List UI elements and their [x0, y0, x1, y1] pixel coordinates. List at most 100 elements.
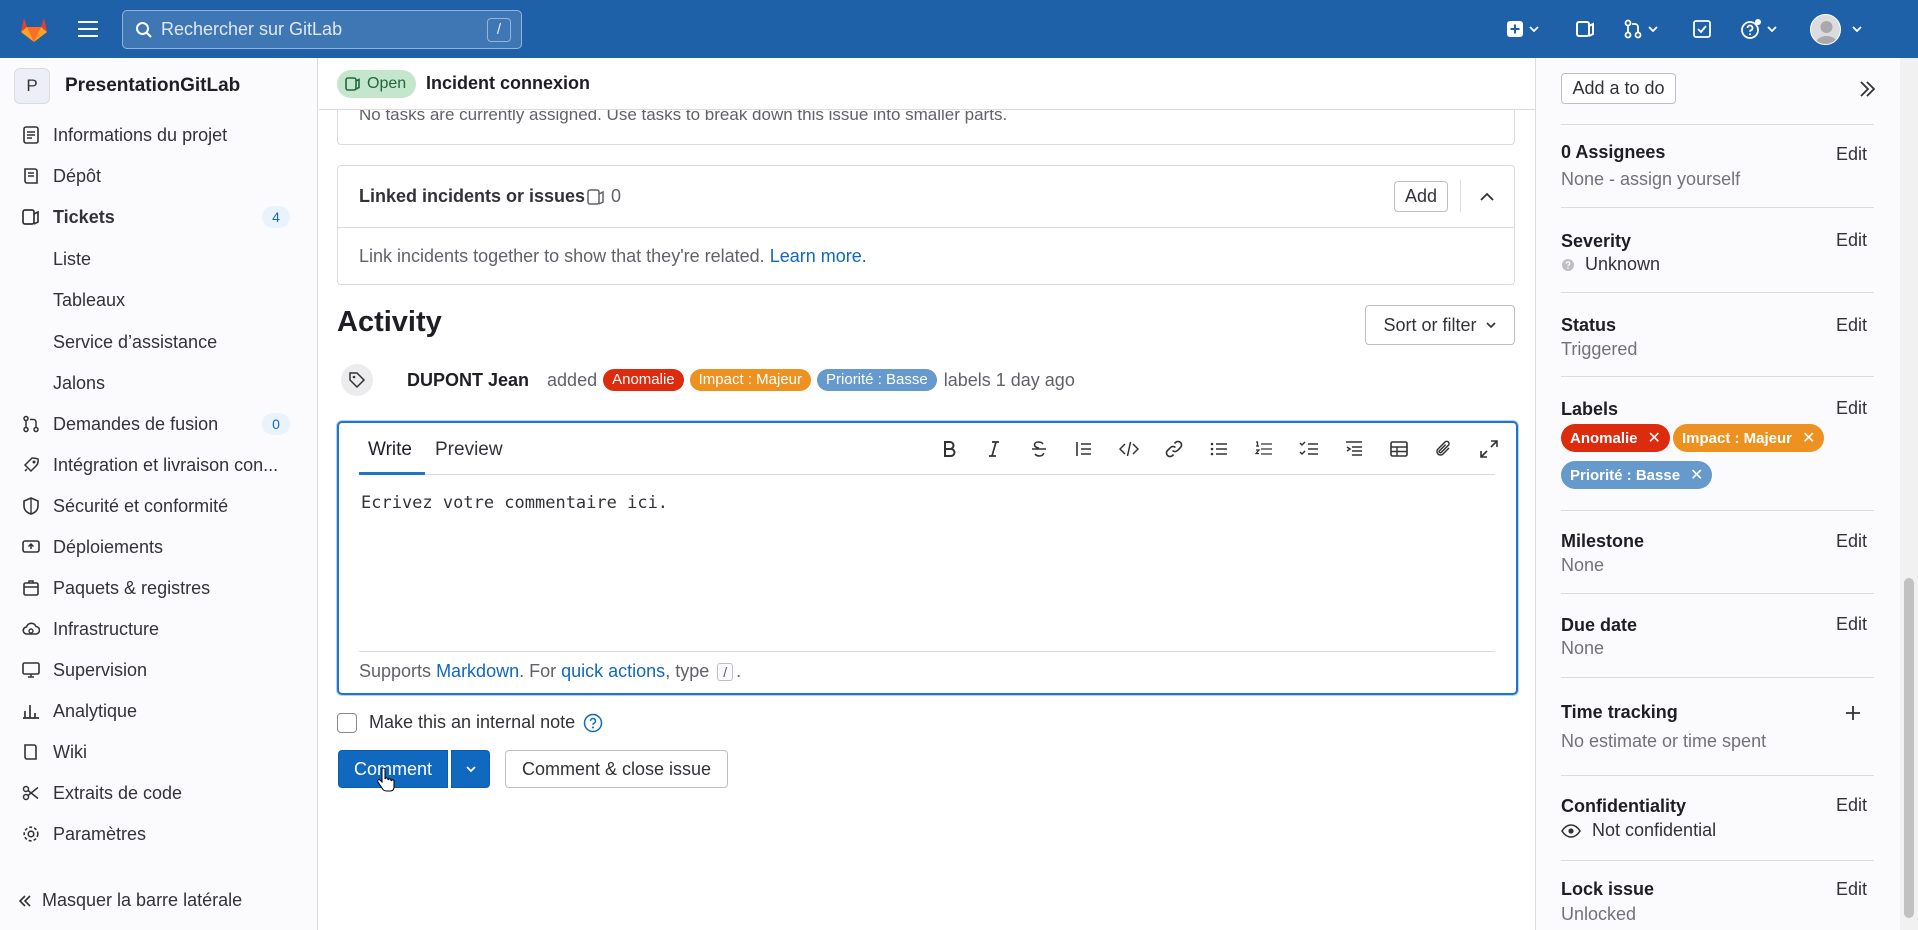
- package-icon: [21, 578, 41, 598]
- labels-title: Labels: [1561, 399, 1619, 419]
- sidebar-item-tickets[interactable]: Tickets 4: [14, 198, 304, 236]
- sidebar-item-ci-cd[interactable]: Intégration et livraison con...: [14, 446, 304, 484]
- status-title: Status: [1561, 315, 1617, 335]
- assignees-title: 0 Assignees: [1561, 142, 1666, 162]
- sidebar-subitem-liste[interactable]: Liste: [53, 249, 91, 270]
- sidebar-label-anomalie[interactable]: Anomalie ✕: [1561, 424, 1670, 452]
- issues-shortcut-button[interactable]: [1575, 16, 1595, 42]
- learn-more-link[interactable]: Learn more.: [770, 246, 867, 266]
- assignees-edit-button[interactable]: Edit: [1836, 144, 1867, 165]
- sidebar-label-impact[interactable]: Impact : Majeur ✕: [1673, 424, 1825, 452]
- comment-options-dropdown[interactable]: [451, 750, 490, 788]
- attachment-icon[interactable]: [1432, 437, 1456, 461]
- event-verb: added: [547, 369, 598, 390]
- help-icon[interactable]: [583, 713, 603, 733]
- remove-label-icon[interactable]: ✕: [1648, 428, 1661, 448]
- code-icon[interactable]: [1117, 437, 1141, 461]
- double-chevron-right-icon[interactable]: [1856, 78, 1878, 100]
- todos-button[interactable]: [1692, 16, 1712, 42]
- repository-icon: [21, 166, 41, 186]
- due-date-edit-button[interactable]: Edit: [1836, 614, 1867, 635]
- collapsible-section-icon[interactable]: [1342, 437, 1366, 461]
- merge-request-icon: [21, 414, 41, 434]
- sidebar-item-label: Tickets: [53, 206, 115, 227]
- sidebar-label-priorite[interactable]: Priorité : Basse ✕: [1561, 461, 1713, 489]
- add-linked-issue-button[interactable]: Add: [1394, 181, 1448, 212]
- blockquote-icon[interactable]: [1072, 437, 1096, 461]
- divider: [1561, 124, 1874, 125]
- event-author[interactable]: DUPONT Jean: [407, 370, 529, 391]
- sidebar-subitem-tableaux[interactable]: Tableaux: [53, 290, 125, 311]
- search-input[interactable]: Rechercher sur GitLab /: [122, 10, 522, 49]
- labels-edit-button[interactable]: Edit: [1836, 398, 1867, 419]
- fullscreen-icon[interactable]: [1477, 437, 1501, 461]
- sidebar-item-project-info[interactable]: Informations du projet: [14, 116, 304, 154]
- tab-write[interactable]: Write: [368, 439, 412, 461]
- chevron-up-icon[interactable]: [1474, 184, 1500, 210]
- remove-label-icon[interactable]: ✕: [1802, 428, 1815, 448]
- issue-right-sidebar: Add a to do 0 Assignees Edit None - assi…: [1535, 58, 1900, 930]
- internal-note-checkbox[interactable]: [337, 712, 357, 733]
- sidebar-subitem-jalons[interactable]: Jalons: [53, 373, 105, 394]
- comment-close-issue-button[interactable]: Comment & close issue: [505, 750, 728, 788]
- sidebar-item-label: Extraits de code: [53, 782, 183, 803]
- user-avatar[interactable]: [1810, 14, 1841, 45]
- divider: [1561, 677, 1874, 678]
- italic-icon[interactable]: [982, 437, 1006, 461]
- tab-preview[interactable]: Preview: [435, 439, 503, 461]
- internal-note-label[interactable]: Make this an internal note: [369, 712, 575, 733]
- assignees-value[interactable]: None - assign yourself: [1561, 169, 1740, 190]
- milestone-edit-button[interactable]: Edit: [1836, 531, 1867, 552]
- sidebar-item-label: Intégration et livraison con...: [53, 454, 279, 475]
- sidebar-item-snippets[interactable]: Extraits de code: [14, 774, 304, 812]
- confidentiality-edit-button[interactable]: Edit: [1836, 795, 1867, 816]
- sidebar-subitem-service-assistance[interactable]: Service d’assistance: [53, 332, 217, 353]
- quick-actions-link[interactable]: quick actions: [561, 661, 665, 682]
- sidebar-item-monitoring[interactable]: Supervision: [14, 651, 304, 689]
- lock-issue-edit-button[interactable]: Edit: [1836, 879, 1867, 900]
- event-label-priorite[interactable]: Priorité : Basse: [817, 369, 937, 391]
- bold-icon[interactable]: [937, 437, 961, 461]
- help-menu-button[interactable]: [1740, 16, 1778, 42]
- chevron-down-icon: [465, 766, 476, 773]
- footer-supports: Supports: [359, 661, 432, 681]
- markdown-link[interactable]: Markdown: [436, 661, 519, 682]
- comment-textarea[interactable]: Ecrivez votre commentaire ici.: [361, 493, 668, 513]
- plus-icon[interactable]: [1844, 704, 1862, 722]
- sidebar-item-analytics[interactable]: Analytique: [14, 692, 304, 730]
- create-new-button[interactable]: [1506, 16, 1540, 42]
- strikethrough-icon[interactable]: [1027, 437, 1051, 461]
- status-edit-button[interactable]: Edit: [1836, 315, 1867, 336]
- sidebar-item-settings[interactable]: Paramètres: [14, 815, 304, 853]
- gitlab-logo-icon[interactable]: [18, 13, 50, 45]
- sidebar-item-deployments[interactable]: Déploiements: [14, 528, 304, 566]
- sidebar-item-label: Infrastructure: [53, 618, 160, 639]
- sidebar-item-wiki[interactable]: Wiki: [14, 733, 304, 771]
- severity-edit-button[interactable]: Edit: [1836, 230, 1867, 251]
- sidebar-item-infrastructure[interactable]: Infrastructure: [14, 610, 304, 648]
- sidebar-item-packages[interactable]: Paquets & registres: [14, 569, 304, 607]
- page-scrollbar[interactable]: [1900, 58, 1918, 930]
- project-link[interactable]: P PresentationGitLab: [14, 68, 240, 104]
- menu-hamburger-icon[interactable]: [74, 16, 102, 42]
- scrollbar-thumb[interactable]: [1904, 578, 1914, 918]
- bullet-list-icon[interactable]: [1207, 437, 1231, 461]
- add-todo-button[interactable]: Add a to do: [1561, 73, 1676, 104]
- snippet-icon: [21, 783, 41, 803]
- user-menu-chevron[interactable]: [1851, 16, 1863, 42]
- remove-label-icon[interactable]: ✕: [1690, 465, 1703, 485]
- eye-icon: [1561, 823, 1581, 838]
- numbered-list-icon[interactable]: [1252, 437, 1276, 461]
- link-icon[interactable]: [1162, 437, 1186, 461]
- collapse-sidebar-button[interactable]: Masquer la barre latérale: [18, 890, 242, 911]
- sort-filter-dropdown[interactable]: Sort or filter: [1365, 305, 1515, 345]
- sidebar-item-security[interactable]: Sécurité et conformité: [14, 487, 304, 525]
- divider: [1460, 180, 1461, 212]
- sidebar-item-merge-requests[interactable]: Demandes de fusion 0: [14, 405, 304, 443]
- merge-requests-button[interactable]: [1623, 16, 1659, 42]
- sidebar-item-repository[interactable]: Dépôt: [14, 157, 304, 195]
- table-icon[interactable]: [1387, 437, 1411, 461]
- event-label-anomalie[interactable]: Anomalie: [603, 369, 684, 391]
- event-label-impact[interactable]: Impact : Majeur: [689, 369, 812, 391]
- task-list-icon[interactable]: [1297, 437, 1321, 461]
